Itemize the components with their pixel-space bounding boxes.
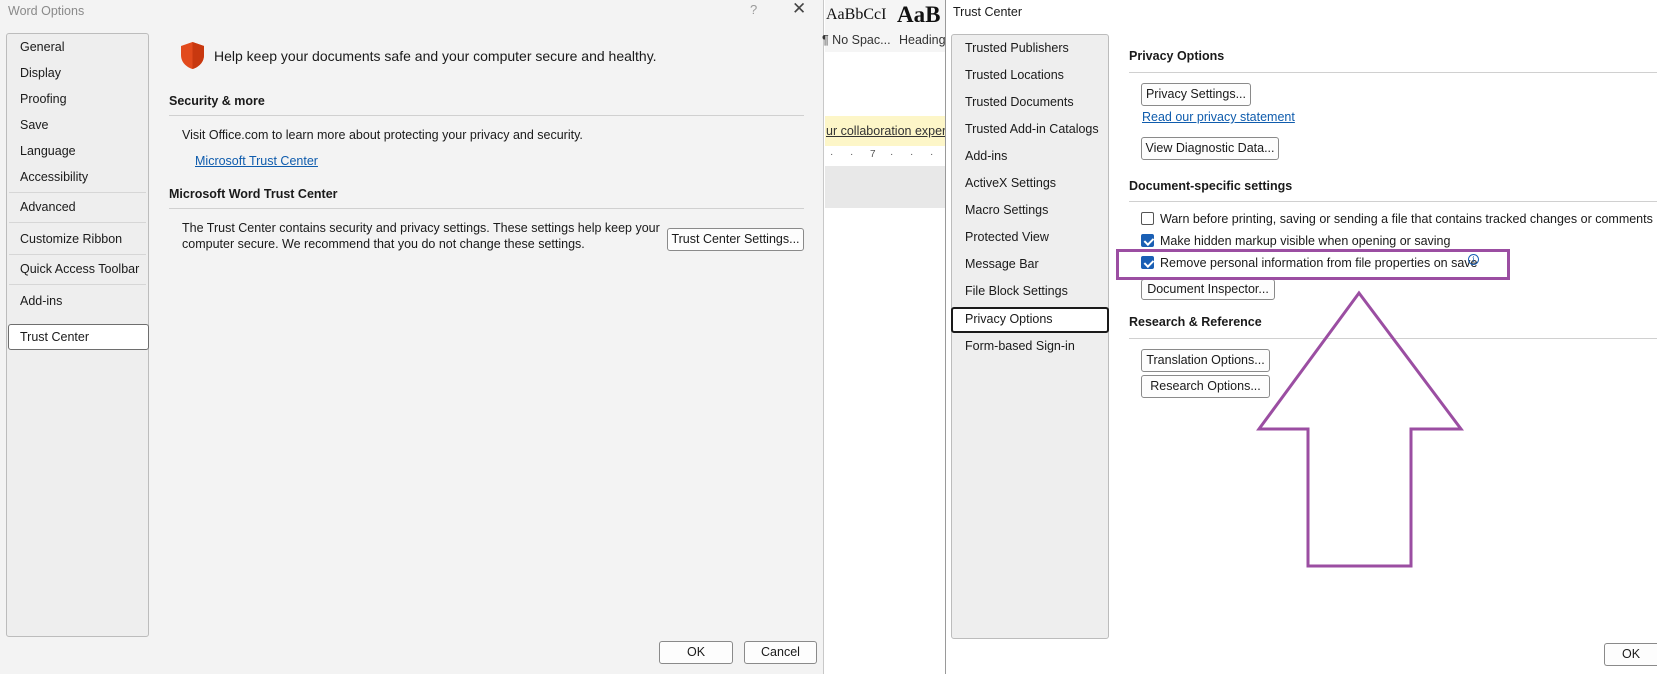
style-sample-no-spacing[interactable]: AaBbCcI: [826, 6, 886, 24]
section-divider: [169, 115, 804, 116]
sidebar-item-trusted-documents[interactable]: Trusted Documents: [965, 95, 1074, 109]
ruler: · · 7 · · ·: [825, 148, 947, 164]
hidden-markup-checkbox[interactable]: [1141, 234, 1154, 247]
sidebar-item-macro-settings[interactable]: Macro Settings: [965, 203, 1048, 217]
style-label-heading: Heading: [899, 33, 946, 47]
section-divider: [1129, 201, 1657, 202]
trust-center-settings-button[interactable]: Trust Center Settings...: [667, 228, 804, 251]
sidebar-item-protected-view[interactable]: Protected View: [965, 230, 1049, 244]
ok-button[interactable]: OK: [1604, 643, 1657, 666]
privacy-settings-button[interactable]: Privacy Settings...: [1141, 83, 1251, 106]
sidebar-item-customize-ribbon[interactable]: Customize Ribbon: [20, 232, 122, 246]
warn-tracked-changes-checkbox[interactable]: [1141, 212, 1154, 225]
sidebar-item-display[interactable]: Display: [20, 66, 61, 80]
ruler-tick: ·: [910, 149, 914, 160]
research-options-button[interactable]: Research Options...: [1141, 375, 1270, 398]
shield-icon: [181, 42, 204, 69]
sidebar-item-language[interactable]: Language: [20, 144, 76, 158]
sidebar-item-file-block-settings[interactable]: File Block Settings: [965, 284, 1068, 298]
collaboration-banner: ur collaboration experie: [825, 116, 947, 146]
sidebar-divider: [9, 192, 146, 193]
help-icon[interactable]: ?: [750, 2, 757, 17]
section-title-document-settings: Document-specific settings: [1129, 179, 1293, 193]
ruler-tick: ·: [890, 149, 894, 160]
sidebar-item-message-bar[interactable]: Message Bar: [965, 257, 1039, 271]
section-title-research-reference: Research & Reference: [1129, 315, 1262, 329]
arrow-up-icon: [1256, 290, 1464, 568]
privacy-statement-link[interactable]: Read our privacy statement: [1142, 110, 1295, 124]
word-options-dialog: Word Options ? ✕ General Display Proofin…: [0, 0, 824, 674]
section-divider: [1129, 72, 1657, 73]
style-label-no-spacing: ¶ No Spac...: [822, 33, 891, 47]
trust-heading: Help keep your documents safe and your c…: [214, 48, 657, 64]
sidebar-divider: [9, 222, 146, 223]
translation-options-button[interactable]: Translation Options...: [1141, 349, 1270, 372]
dialog-title: Trust Center: [953, 5, 1023, 19]
trust-center-description-line2: computer secure. We recommend that you d…: [182, 237, 585, 251]
view-diagnostic-data-button[interactable]: View Diagnostic Data...: [1141, 137, 1279, 160]
sidebar-item-trusted-add-in-catalogs[interactable]: Trusted Add-in Catalogs: [965, 122, 1099, 136]
sidebar-item-privacy-options[interactable]: Privacy Options: [965, 312, 1053, 326]
section-title-privacy-options: Privacy Options: [1129, 49, 1225, 63]
cancel-button[interactable]: Cancel: [744, 641, 817, 664]
ruler-tick: ·: [830, 149, 834, 160]
style-sample-heading[interactable]: AaB: [897, 2, 940, 28]
sidebar-item-add-ins[interactable]: Add-ins: [965, 149, 1007, 163]
sidebar-item-quick-access-toolbar[interactable]: Quick Access Toolbar: [20, 262, 139, 276]
sidebar-item-save[interactable]: Save: [20, 118, 49, 132]
section-title-security: Security & more: [169, 94, 265, 108]
sidebar-item-form-based-sign-in[interactable]: Form-based Sign-in: [965, 339, 1075, 353]
warn-tracked-changes-label: Warn before printing, saving or sending …: [1160, 212, 1653, 226]
security-description: Visit Office.com to learn more about pro…: [182, 128, 583, 142]
ok-button[interactable]: OK: [659, 641, 733, 664]
sidebar-divider: [9, 254, 146, 255]
sidebar-item-proofing[interactable]: Proofing: [20, 92, 67, 106]
sidebar-item-accessibility[interactable]: Accessibility: [20, 170, 88, 184]
section-divider: [169, 208, 804, 209]
sidebar-item-trusted-publishers[interactable]: Trusted Publishers: [965, 41, 1069, 55]
sidebar-divider: [9, 284, 146, 285]
sidebar-item-trusted-locations[interactable]: Trusted Locations: [965, 68, 1064, 82]
sidebar-item-activex-settings[interactable]: ActiveX Settings: [965, 176, 1056, 190]
sidebar-item-general[interactable]: General: [20, 40, 64, 54]
highlight-box: [1116, 249, 1510, 280]
banner-text[interactable]: ur collaboration experie: [826, 124, 947, 138]
ruler-number: 7: [870, 149, 876, 160]
section-title-trust-center: Microsoft Word Trust Center: [169, 187, 338, 201]
hidden-markup-label: Make hidden markup visible when opening …: [1160, 234, 1451, 248]
ruler-tick: ·: [850, 149, 854, 160]
trust-center-description-line1: The Trust Center contains security and p…: [182, 221, 660, 235]
dialog-title: Word Options: [8, 4, 85, 18]
trust-center-sidebar: Trusted Publishers Trusted Locations Tru…: [951, 34, 1109, 639]
sidebar-item-advanced[interactable]: Advanced: [20, 200, 76, 214]
document-page-edge: [825, 166, 947, 208]
options-sidebar: General Display Proofing Save Language A…: [6, 33, 149, 637]
sidebar-item-trust-center[interactable]: Trust Center: [20, 330, 89, 344]
ruler-tick: ·: [930, 149, 934, 160]
sidebar-item-add-ins[interactable]: Add-ins: [20, 294, 62, 308]
close-icon[interactable]: ✕: [792, 0, 806, 19]
microsoft-trust-center-link[interactable]: Microsoft Trust Center: [195, 154, 318, 168]
